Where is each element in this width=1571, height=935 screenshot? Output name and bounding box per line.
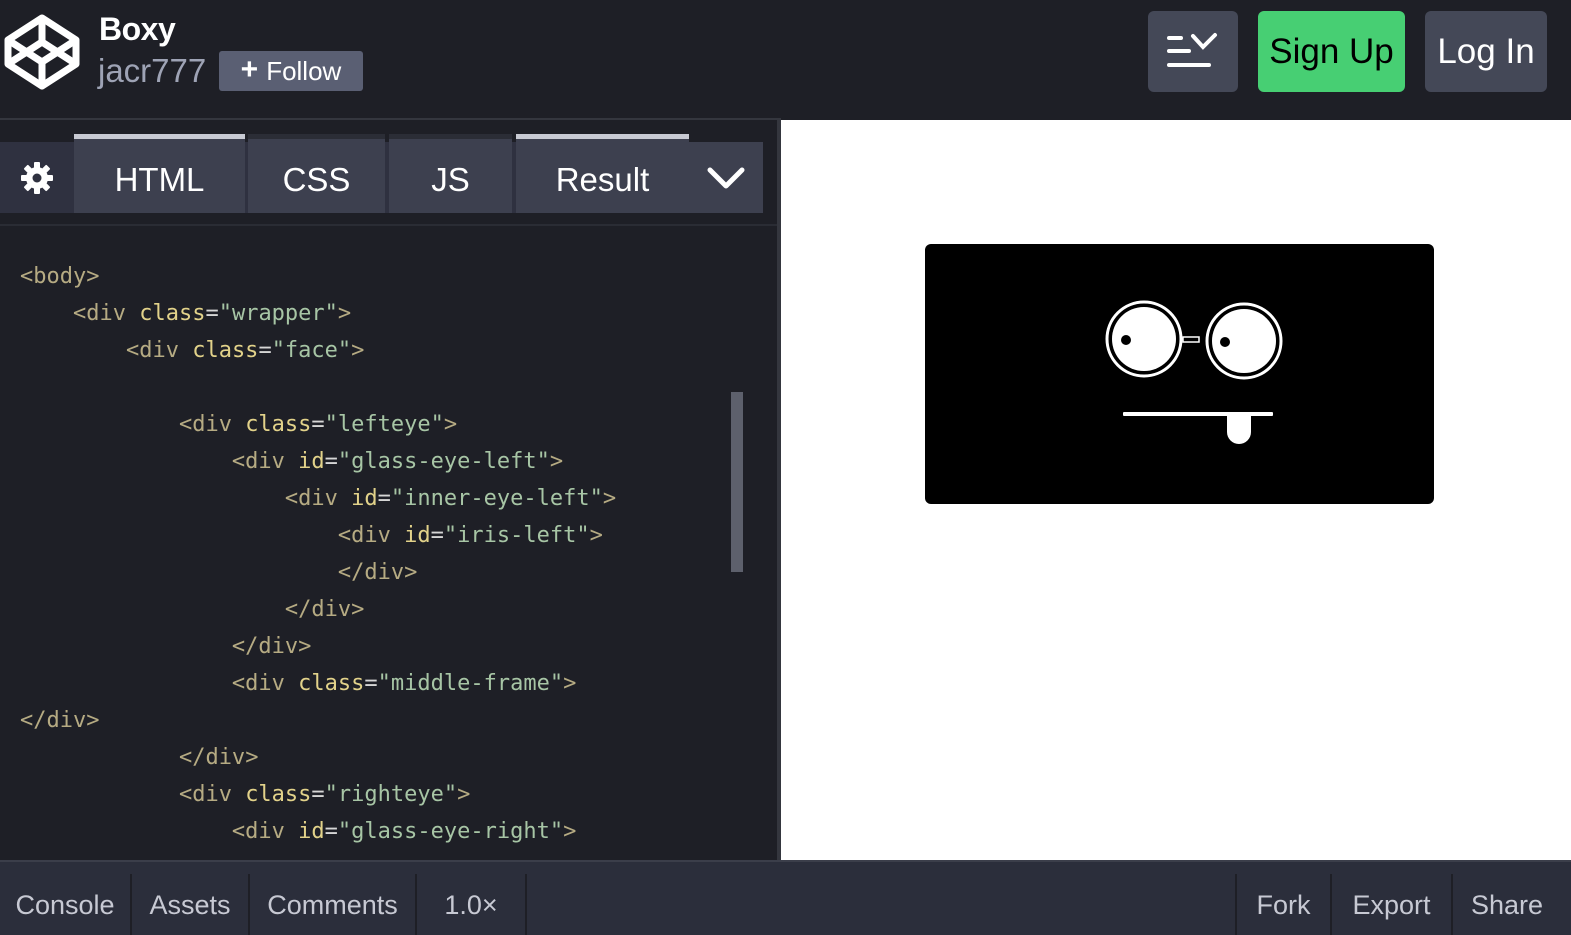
middle-frame [1182, 336, 1200, 343]
code-line[interactable]: </div> [20, 628, 616, 665]
top-header: Boxy jacr777 + Follow Sign Up Log In [0, 0, 1571, 118]
boxy-face-drawing [1105, 300, 1283, 444]
html-editor-pane: HTML CSS JS Result <body> <div class="wr… [0, 118, 779, 860]
bottom-toolbar: Console Assets Comments 1.0× Fork Export… [0, 860, 1571, 935]
code-line[interactable]: </div> [20, 739, 616, 776]
left-iris [1121, 335, 1131, 345]
log-in-button[interactable]: Log In [1425, 11, 1547, 92]
follow-button[interactable]: + Follow [219, 51, 363, 91]
fork-button[interactable]: Fork [1237, 874, 1330, 935]
settings-button[interactable] [0, 142, 74, 213]
code-line[interactable]: </div> [20, 554, 616, 591]
code-line[interactable]: <div id="inner-eye-left"> [20, 480, 616, 517]
footer-divider [525, 874, 527, 935]
layout-toggle-button[interactable] [1148, 11, 1238, 92]
code-line[interactable]: </div> [20, 702, 616, 739]
codepen-logo-icon[interactable] [2, 12, 82, 92]
code-line[interactable]: <div id="iris-left"> [20, 517, 616, 554]
result-preview-pane [781, 120, 1571, 860]
share-button[interactable]: Share [1453, 874, 1561, 935]
chevron-down-icon [707, 167, 745, 188]
code-line[interactable]: <div class="face"> [20, 332, 616, 369]
code-line[interactable]: </div> [20, 591, 616, 628]
tab-html[interactable]: HTML [74, 134, 245, 213]
pen-title[interactable]: Boxy [99, 11, 176, 48]
code-line[interactable] [20, 369, 616, 406]
code-area-divider [0, 224, 779, 226]
tab-css[interactable]: CSS [248, 134, 385, 213]
code-line[interactable]: <div class="lefteye"> [20, 406, 616, 443]
code-line[interactable]: <div class="wrapper"> [20, 295, 616, 332]
code-line[interactable]: <div id="glass-eye-right"> [20, 813, 616, 850]
mouth [1123, 412, 1273, 416]
follow-label: Follow [266, 55, 342, 86]
code-line[interactable]: <div class="middle-frame"> [20, 665, 616, 702]
code-line[interactable]: <div class="righteye"> [20, 776, 616, 813]
right-iris [1220, 337, 1230, 347]
tab-options-button[interactable] [689, 142, 763, 213]
code-line[interactable]: <div id="glass-eye-left"> [20, 443, 616, 480]
editor-scrollbar[interactable] [731, 392, 743, 572]
comments-button[interactable]: Comments [250, 874, 415, 935]
gear-icon [21, 161, 53, 194]
zoom-level-button[interactable]: 1.0× [417, 874, 525, 935]
sign-up-button[interactable]: Sign Up [1258, 11, 1405, 92]
layout-toggle-icon [1167, 32, 1217, 67]
assets-button[interactable]: Assets [132, 874, 248, 935]
tongue [1227, 416, 1251, 444]
tab-js[interactable]: JS [389, 134, 512, 213]
tab-result[interactable]: Result [516, 134, 689, 213]
code-editor[interactable]: <body> <div class="wrapper"> <div class=… [20, 258, 616, 850]
boxy-face-render [925, 244, 1434, 504]
plus-icon: + [240, 52, 259, 86]
author-name[interactable]: jacr777 [98, 52, 206, 90]
code-line[interactable]: <body> [20, 258, 616, 295]
export-button[interactable]: Export [1332, 874, 1451, 935]
console-button[interactable]: Console [0, 874, 130, 935]
